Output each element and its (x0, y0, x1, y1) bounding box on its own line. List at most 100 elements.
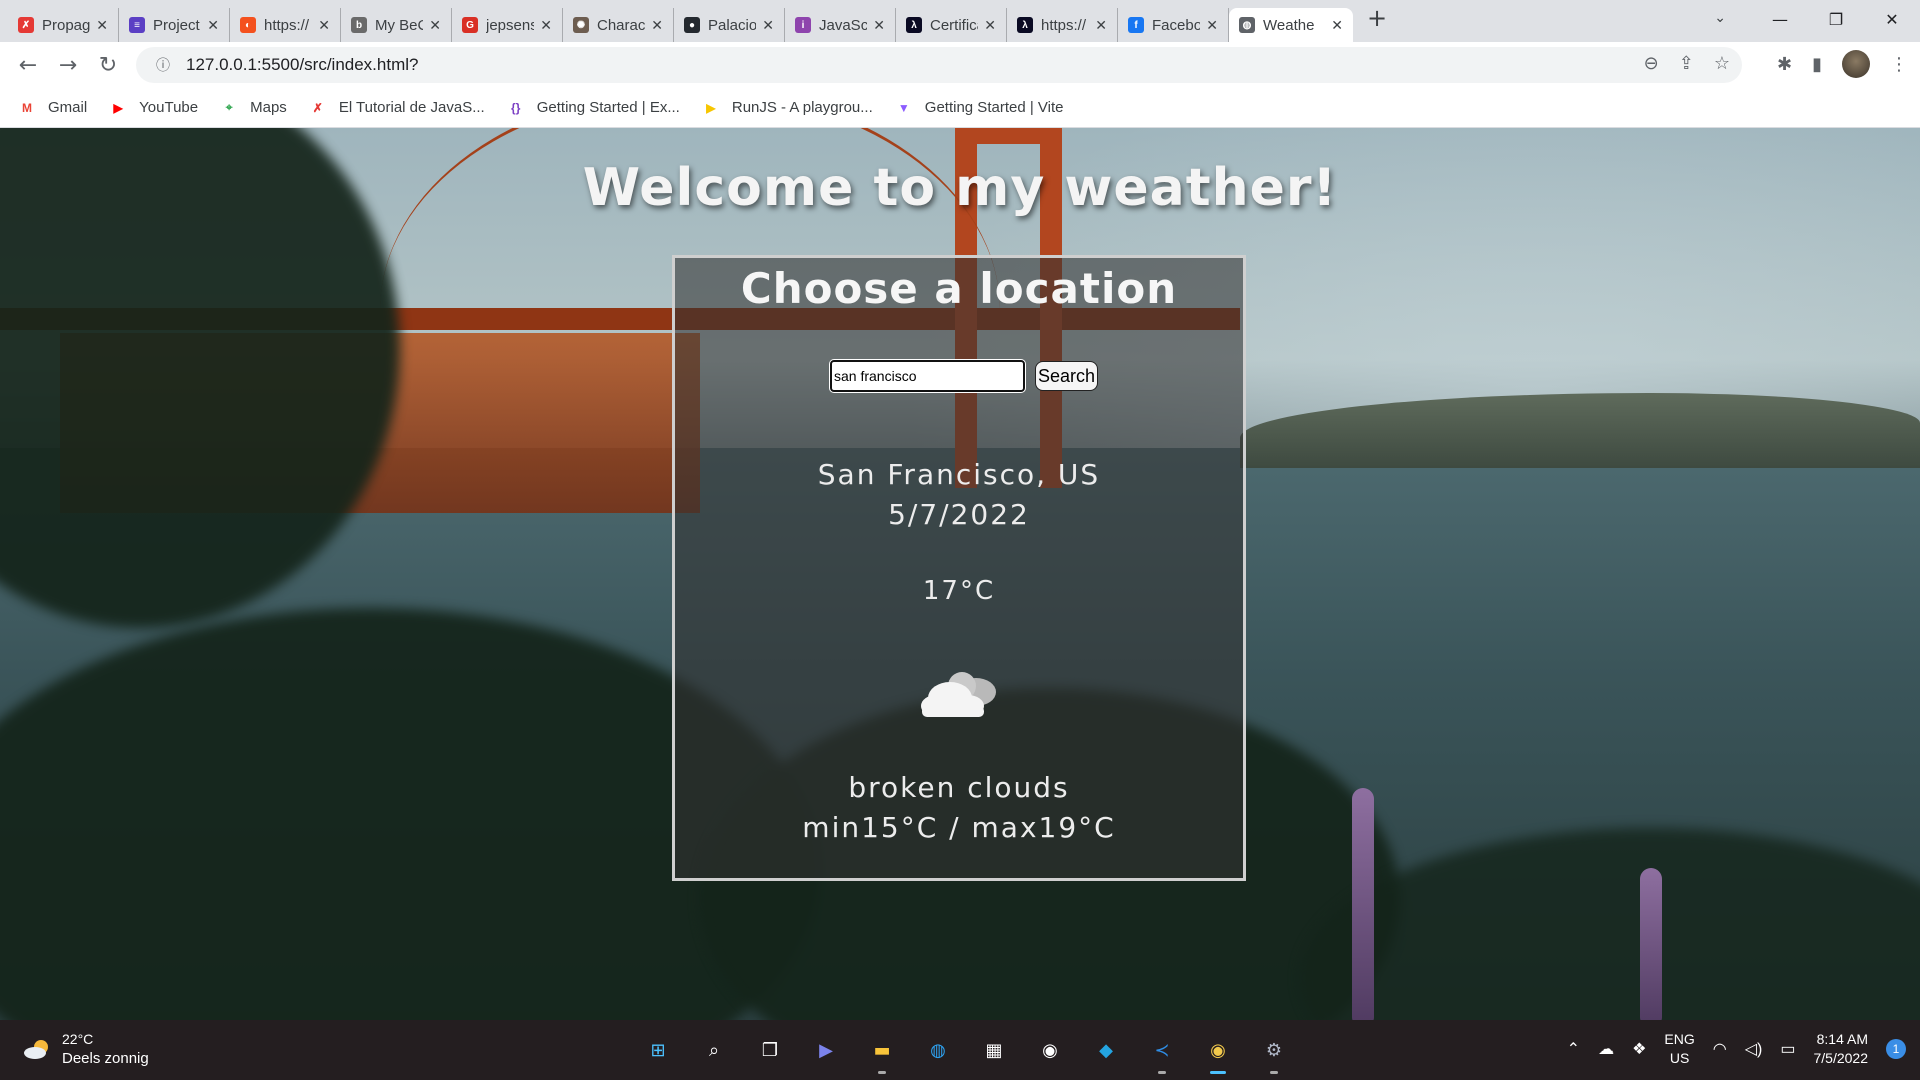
bookmark-favicon-icon: {} (511, 100, 521, 115)
dropbox-icon[interactable]: ❖ (1632, 1039, 1646, 1059)
close-tab-icon[interactable]: ✕ (1331, 17, 1343, 34)
search-button[interactable]: Search (1035, 361, 1099, 391)
site-info-icon[interactable]: ⓘ (148, 55, 178, 75)
start-glyph: ⊞ (650, 1039, 666, 1061)
bookmark-item[interactable]: ▶ YouTube (109, 99, 199, 116)
close-tab-icon[interactable]: ✕ (540, 17, 552, 34)
taskbar-weather-temp: 22°C (62, 1031, 94, 1047)
taskbar-weather-widget[interactable]: 22°C Deels zonnig (22, 1030, 149, 1068)
browser-tab[interactable]: f Facebo ✕ (1118, 8, 1229, 42)
battery-icon[interactable]: ▭ (1780, 1039, 1795, 1059)
close-tab-icon[interactable]: ✕ (429, 17, 441, 34)
close-tab-icon[interactable]: ✕ (651, 17, 663, 34)
start-icon[interactable]: ⊞ (640, 1032, 676, 1068)
teams-chat-icon[interactable]: ▶ (808, 1032, 844, 1068)
lupine-flower (1352, 788, 1374, 1020)
tray-overflow-icon[interactable]: ⌃ (1567, 1039, 1580, 1059)
github-icon[interactable]: ◉ (1032, 1032, 1068, 1068)
restore-button[interactable]: ❐ (1808, 10, 1864, 29)
reload-button[interactable]: ↻ (88, 53, 128, 78)
tab-title: Propag (42, 16, 91, 34)
browser-tab[interactable]: ◍ Weathe ✕ (1229, 8, 1353, 42)
tab-title: https:// (264, 16, 310, 34)
close-window-button[interactable]: ✕ (1864, 10, 1920, 29)
browser-tab[interactable]: ≡ Project ✕ (119, 8, 230, 42)
extensions-icon[interactable]: ✱ (1777, 54, 1792, 75)
browser-tab[interactable]: ✗ Propag ✕ (8, 8, 119, 42)
bookmark-item[interactable]: ▼ Getting Started | Vite (895, 99, 1064, 116)
running-indicator (878, 1071, 886, 1074)
new-tab-button[interactable]: + (1367, 4, 1387, 32)
close-tab-icon[interactable]: ✕ (873, 17, 885, 34)
bookmark-item[interactable]: ✗ El Tutorial de JavaS... (309, 99, 485, 116)
weather-card: Choose a location Search San Francisco, … (672, 255, 1246, 881)
tab-title: Certifica (930, 16, 978, 34)
region-code: US (1669, 1050, 1690, 1066)
profile-avatar[interactable] (1842, 50, 1870, 78)
close-tab-icon[interactable]: ✕ (96, 17, 108, 34)
browser-tab[interactable]: ◐ https:// ✕ (230, 8, 341, 42)
bookmark-item[interactable]: M Gmail (18, 99, 87, 116)
close-tab-icon[interactable]: ✕ (207, 17, 219, 34)
close-tab-icon[interactable]: ✕ (1095, 17, 1107, 34)
running-indicator (1158, 1071, 1166, 1074)
bookmark-favicon-icon: ▼ (897, 100, 910, 115)
zoom-icon[interactable]: ⊖ (1644, 53, 1659, 74)
close-tab-icon[interactable]: ✕ (762, 17, 774, 34)
settings-icon[interactable]: ⚙ (1256, 1032, 1292, 1074)
taskbar-clock[interactable]: 8:14 AM 7/5/2022 (1814, 1030, 1869, 1068)
close-tab-icon[interactable]: ✕ (984, 17, 996, 34)
bookmark-star-icon[interactable]: ☆ (1714, 53, 1730, 74)
url-text[interactable]: 127.0.0.1:5500/src/index.html? (186, 55, 418, 75)
file-explorer-icon[interactable]: ▬ (864, 1032, 900, 1074)
file-explorer-glyph: ▬ (873, 1039, 891, 1061)
tab-favicon-icon: ✗ (18, 17, 34, 33)
browser-tab[interactable]: b My BeC ✕ (341, 8, 452, 42)
store-icon[interactable]: ▦ (976, 1032, 1012, 1068)
vscode-glyph: ≺ (1154, 1039, 1170, 1061)
browser-tab[interactable]: Gjepsens ✕ (452, 8, 563, 42)
close-tab-icon[interactable]: ✕ (318, 17, 330, 34)
browser-tab[interactable]: i JavaScri ✕ (785, 8, 896, 42)
wifi-icon[interactable]: ◠ (1713, 1039, 1727, 1059)
browser-tab[interactable]: λ Certifica ✕ (896, 8, 1007, 42)
edge-icon[interactable]: ◍ (920, 1032, 956, 1068)
bookmark-item[interactable]: ▶ RunJS - A playgrou... (702, 99, 873, 116)
tab-title: JavaScri (819, 16, 868, 34)
share-icon[interactable]: ⇪ (1679, 53, 1694, 74)
minimize-button[interactable]: — (1752, 10, 1808, 29)
location-search-input[interactable] (830, 360, 1025, 392)
bookmark-item[interactable]: ⌖ Maps (220, 99, 287, 116)
tab-title: Charact (597, 16, 646, 34)
browser-tab[interactable]: ✺ Charact ✕ (563, 8, 674, 42)
bookmark-label: RunJS - A playgrou... (731, 99, 873, 116)
bookmark-label: Maps (250, 99, 287, 116)
partly-sunny-icon (24, 1040, 48, 1059)
store-glyph: ▦ (985, 1039, 1003, 1061)
volume-icon[interactable]: ◁) (1745, 1039, 1763, 1059)
bookmark-favicon-icon: M (22, 100, 32, 115)
address-bar[interactable]: ⓘ 127.0.0.1:5500/src/index.html? ⊖ ⇪ ☆ (136, 47, 1742, 83)
browser-tab[interactable]: λ https:// ✕ (1007, 8, 1118, 42)
settings-glyph: ⚙ (1265, 1039, 1283, 1061)
close-tab-icon[interactable]: ✕ (1206, 17, 1218, 34)
vscode-icon[interactable]: ≺ (1144, 1032, 1180, 1074)
language-indicator[interactable]: ENG US (1664, 1030, 1694, 1068)
forward-button[interactable]: → (48, 53, 88, 78)
browser-tab[interactable]: ● Palacio ✕ (674, 8, 785, 42)
search-icon[interactable]: ⌕ (696, 1032, 732, 1068)
onedrive-icon[interactable]: ☁ (1598, 1039, 1614, 1059)
running-indicator (1270, 1071, 1278, 1074)
tab-search-icon[interactable]: ⌄ (1714, 10, 1726, 26)
side-panel-icon[interactable]: ▮ (1812, 54, 1822, 75)
task-view-icon[interactable]: ❐ (752, 1032, 788, 1068)
back-button[interactable]: ← (8, 53, 48, 78)
bookmark-label: YouTube (139, 99, 199, 116)
system-tray: ⌃ ☁ ❖ ENG US ◠ ◁) ▭ 8:14 AM 7/5/2022 1 (1567, 1030, 1906, 1068)
notification-badge[interactable]: 1 (1886, 1039, 1906, 1059)
chrome-menu-icon[interactable]: ⋮ (1890, 54, 1908, 75)
tab-favicon-icon: ✺ (573, 17, 589, 33)
chrome-icon[interactable]: ◉ (1200, 1032, 1236, 1074)
vscode-insiders-icon[interactable]: ◆ (1088, 1032, 1124, 1068)
bookmark-item[interactable]: {} Getting Started | Ex... (507, 99, 680, 116)
